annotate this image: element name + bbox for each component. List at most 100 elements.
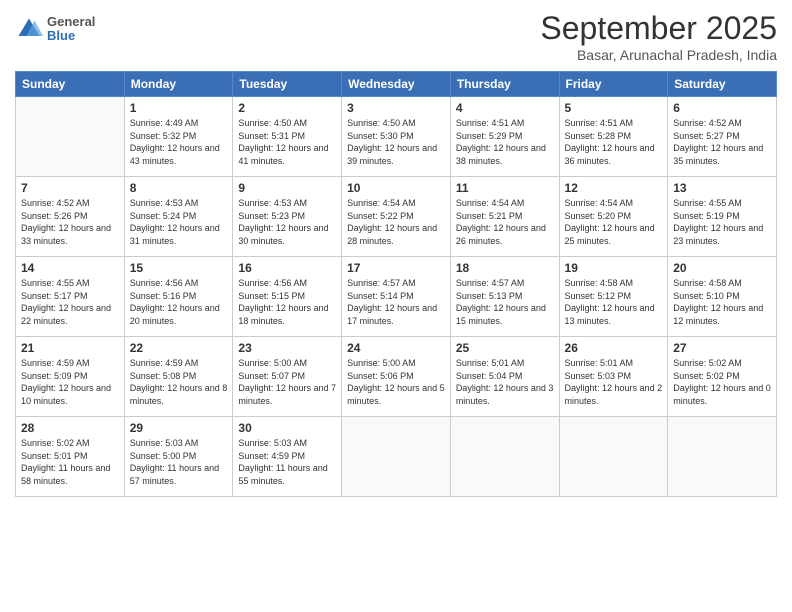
day-cell: 10 Sunrise: 4:54 AMSunset: 5:22 PMDayligh… bbox=[342, 177, 451, 257]
day-cell: 14 Sunrise: 4:55 AMSunset: 5:17 PMDayligh… bbox=[16, 257, 125, 337]
day-info: Sunrise: 4:58 AMSunset: 5:10 PMDaylight:… bbox=[673, 277, 771, 327]
day-info: Sunrise: 5:03 AMSunset: 4:59 PMDaylight:… bbox=[238, 437, 336, 487]
day-cell bbox=[342, 417, 451, 497]
weekday-header-saturday: Saturday bbox=[668, 72, 777, 97]
page: General Blue September 2025 Basar, Aruna… bbox=[0, 0, 792, 612]
day-info: Sunrise: 4:55 AMSunset: 5:17 PMDaylight:… bbox=[21, 277, 119, 327]
day-number: 9 bbox=[238, 181, 336, 195]
day-cell: 2Sunrise: 4:50 AMSunset: 5:31 PMDaylight… bbox=[233, 97, 342, 177]
weekday-header-tuesday: Tuesday bbox=[233, 72, 342, 97]
weekday-header-sunday: Sunday bbox=[16, 72, 125, 97]
logo-text: General Blue bbox=[47, 15, 95, 44]
day-info: Sunrise: 5:00 AMSunset: 5:07 PMDaylight:… bbox=[238, 357, 336, 407]
day-info: Sunrise: 4:51 AMSunset: 5:29 PMDaylight:… bbox=[456, 117, 554, 167]
day-info: Sunrise: 5:02 AMSunset: 5:01 PMDaylight:… bbox=[21, 437, 119, 487]
day-number: 5 bbox=[565, 101, 663, 115]
day-info: Sunrise: 4:57 AMSunset: 5:13 PMDaylight:… bbox=[456, 277, 554, 327]
week-row-4: 21 Sunrise: 4:59 AMSunset: 5:09 PMDayligh… bbox=[16, 337, 777, 417]
day-number: 22 bbox=[130, 341, 228, 355]
day-info: Sunrise: 4:56 AMSunset: 5:15 PMDaylight:… bbox=[238, 277, 336, 327]
day-cell: 24 Sunrise: 5:00 AMSunset: 5:06 PMDayligh… bbox=[342, 337, 451, 417]
day-cell: 18Sunrise: 4:57 AMSunset: 5:13 PMDayligh… bbox=[450, 257, 559, 337]
day-number: 20 bbox=[673, 261, 771, 275]
day-info: Sunrise: 4:53 AMSunset: 5:24 PMDaylight:… bbox=[130, 197, 228, 247]
day-info: Sunrise: 4:51 AMSunset: 5:28 PMDaylight:… bbox=[565, 117, 663, 167]
day-number: 17 bbox=[347, 261, 445, 275]
day-cell bbox=[559, 417, 668, 497]
day-number: 27 bbox=[673, 341, 771, 355]
day-cell bbox=[668, 417, 777, 497]
day-cell: 23 Sunrise: 5:00 AMSunset: 5:07 PMDayligh… bbox=[233, 337, 342, 417]
day-number: 7 bbox=[21, 181, 119, 195]
day-number: 10 bbox=[347, 181, 445, 195]
day-info: Sunrise: 4:53 AMSunset: 5:23 PMDaylight:… bbox=[238, 197, 336, 247]
day-cell: 19 Sunrise: 4:58 AMSunset: 5:12 PMDayligh… bbox=[559, 257, 668, 337]
day-info: Sunrise: 5:01 AMSunset: 5:04 PMDaylight:… bbox=[456, 357, 554, 407]
day-number: 26 bbox=[565, 341, 663, 355]
week-row-3: 14 Sunrise: 4:55 AMSunset: 5:17 PMDayligh… bbox=[16, 257, 777, 337]
day-cell: 7 Sunrise: 4:52 AMSunset: 5:26 PMDaylight… bbox=[16, 177, 125, 257]
day-cell bbox=[450, 417, 559, 497]
day-number: 25 bbox=[456, 341, 554, 355]
day-cell: 13 Sunrise: 4:55 AMSunset: 5:19 PMDayligh… bbox=[668, 177, 777, 257]
day-cell: 29Sunrise: 5:03 AMSunset: 5:00 PMDayligh… bbox=[124, 417, 233, 497]
weekday-header-monday: Monday bbox=[124, 72, 233, 97]
day-info: Sunrise: 4:55 AMSunset: 5:19 PMDaylight:… bbox=[673, 197, 771, 247]
day-cell: 30 Sunrise: 5:03 AMSunset: 4:59 PMDayligh… bbox=[233, 417, 342, 497]
logo-icon bbox=[15, 15, 43, 43]
day-number: 23 bbox=[238, 341, 336, 355]
week-row-1: 1Sunrise: 4:49 AMSunset: 5:32 PMDaylight… bbox=[16, 97, 777, 177]
day-cell: 28 Sunrise: 5:02 AMSunset: 5:01 PMDayligh… bbox=[16, 417, 125, 497]
day-cell: 15Sunrise: 4:56 AMSunset: 5:16 PMDayligh… bbox=[124, 257, 233, 337]
day-info: Sunrise: 4:59 AMSunset: 5:09 PMDaylight:… bbox=[21, 357, 119, 407]
day-info: Sunrise: 4:54 AMSunset: 5:21 PMDaylight:… bbox=[456, 197, 554, 247]
calendar: SundayMondayTuesdayWednesdayThursdayFrid… bbox=[15, 71, 777, 497]
day-info: Sunrise: 4:57 AMSunset: 5:14 PMDaylight:… bbox=[347, 277, 445, 327]
weekday-header-row: SundayMondayTuesdayWednesdayThursdayFrid… bbox=[16, 72, 777, 97]
day-info: Sunrise: 4:52 AMSunset: 5:26 PMDaylight:… bbox=[21, 197, 119, 247]
day-cell: 11 Sunrise: 4:54 AMSunset: 5:21 PMDayligh… bbox=[450, 177, 559, 257]
day-number: 4 bbox=[456, 101, 554, 115]
day-number: 21 bbox=[21, 341, 119, 355]
day-info: Sunrise: 4:59 AMSunset: 5:08 PMDaylight:… bbox=[130, 357, 228, 407]
day-number: 6 bbox=[673, 101, 771, 115]
day-number: 16 bbox=[238, 261, 336, 275]
day-info: Sunrise: 5:02 AMSunset: 5:02 PMDaylight:… bbox=[673, 357, 771, 407]
day-cell: 27 Sunrise: 5:02 AMSunset: 5:02 PMDayligh… bbox=[668, 337, 777, 417]
logo-blue: Blue bbox=[47, 29, 95, 43]
day-info: Sunrise: 4:54 AMSunset: 5:22 PMDaylight:… bbox=[347, 197, 445, 247]
logo-general: General bbox=[47, 15, 95, 29]
day-number: 13 bbox=[673, 181, 771, 195]
day-info: Sunrise: 4:58 AMSunset: 5:12 PMDaylight:… bbox=[565, 277, 663, 327]
day-info: Sunrise: 4:52 AMSunset: 5:27 PMDaylight:… bbox=[673, 117, 771, 167]
day-cell: 21 Sunrise: 4:59 AMSunset: 5:09 PMDayligh… bbox=[16, 337, 125, 417]
day-cell: 17 Sunrise: 4:57 AMSunset: 5:14 PMDayligh… bbox=[342, 257, 451, 337]
day-info: Sunrise: 5:00 AMSunset: 5:06 PMDaylight:… bbox=[347, 357, 445, 407]
day-number: 14 bbox=[21, 261, 119, 275]
day-cell: 16 Sunrise: 4:56 AMSunset: 5:15 PMDayligh… bbox=[233, 257, 342, 337]
day-number: 19 bbox=[565, 261, 663, 275]
day-cell: 3 Sunrise: 4:50 AMSunset: 5:30 PMDaylight… bbox=[342, 97, 451, 177]
day-cell: 20 Sunrise: 4:58 AMSunset: 5:10 PMDayligh… bbox=[668, 257, 777, 337]
day-cell: 4 Sunrise: 4:51 AMSunset: 5:29 PMDaylight… bbox=[450, 97, 559, 177]
week-row-5: 28 Sunrise: 5:02 AMSunset: 5:01 PMDayligh… bbox=[16, 417, 777, 497]
day-info: Sunrise: 5:03 AMSunset: 5:00 PMDaylight:… bbox=[130, 437, 228, 487]
logo: General Blue bbox=[15, 15, 95, 44]
week-row-2: 7 Sunrise: 4:52 AMSunset: 5:26 PMDaylight… bbox=[16, 177, 777, 257]
day-number: 24 bbox=[347, 341, 445, 355]
day-number: 12 bbox=[565, 181, 663, 195]
day-number: 11 bbox=[456, 181, 554, 195]
title-block: September 2025 Basar, Arunachal Pradesh,… bbox=[540, 10, 777, 63]
day-cell: 22 Sunrise: 4:59 AMSunset: 5:08 PMDayligh… bbox=[124, 337, 233, 417]
day-info: Sunrise: 4:54 AMSunset: 5:20 PMDaylight:… bbox=[565, 197, 663, 247]
day-number: 30 bbox=[238, 421, 336, 435]
day-cell: 9 Sunrise: 4:53 AMSunset: 5:23 PMDaylight… bbox=[233, 177, 342, 257]
day-cell bbox=[16, 97, 125, 177]
day-info: Sunrise: 4:50 AMSunset: 5:30 PMDaylight:… bbox=[347, 117, 445, 167]
day-number: 3 bbox=[347, 101, 445, 115]
subtitle: Basar, Arunachal Pradesh, India bbox=[540, 47, 777, 63]
day-number: 28 bbox=[21, 421, 119, 435]
day-number: 2 bbox=[238, 101, 336, 115]
day-cell: 1Sunrise: 4:49 AMSunset: 5:32 PMDaylight… bbox=[124, 97, 233, 177]
day-number: 8 bbox=[130, 181, 228, 195]
